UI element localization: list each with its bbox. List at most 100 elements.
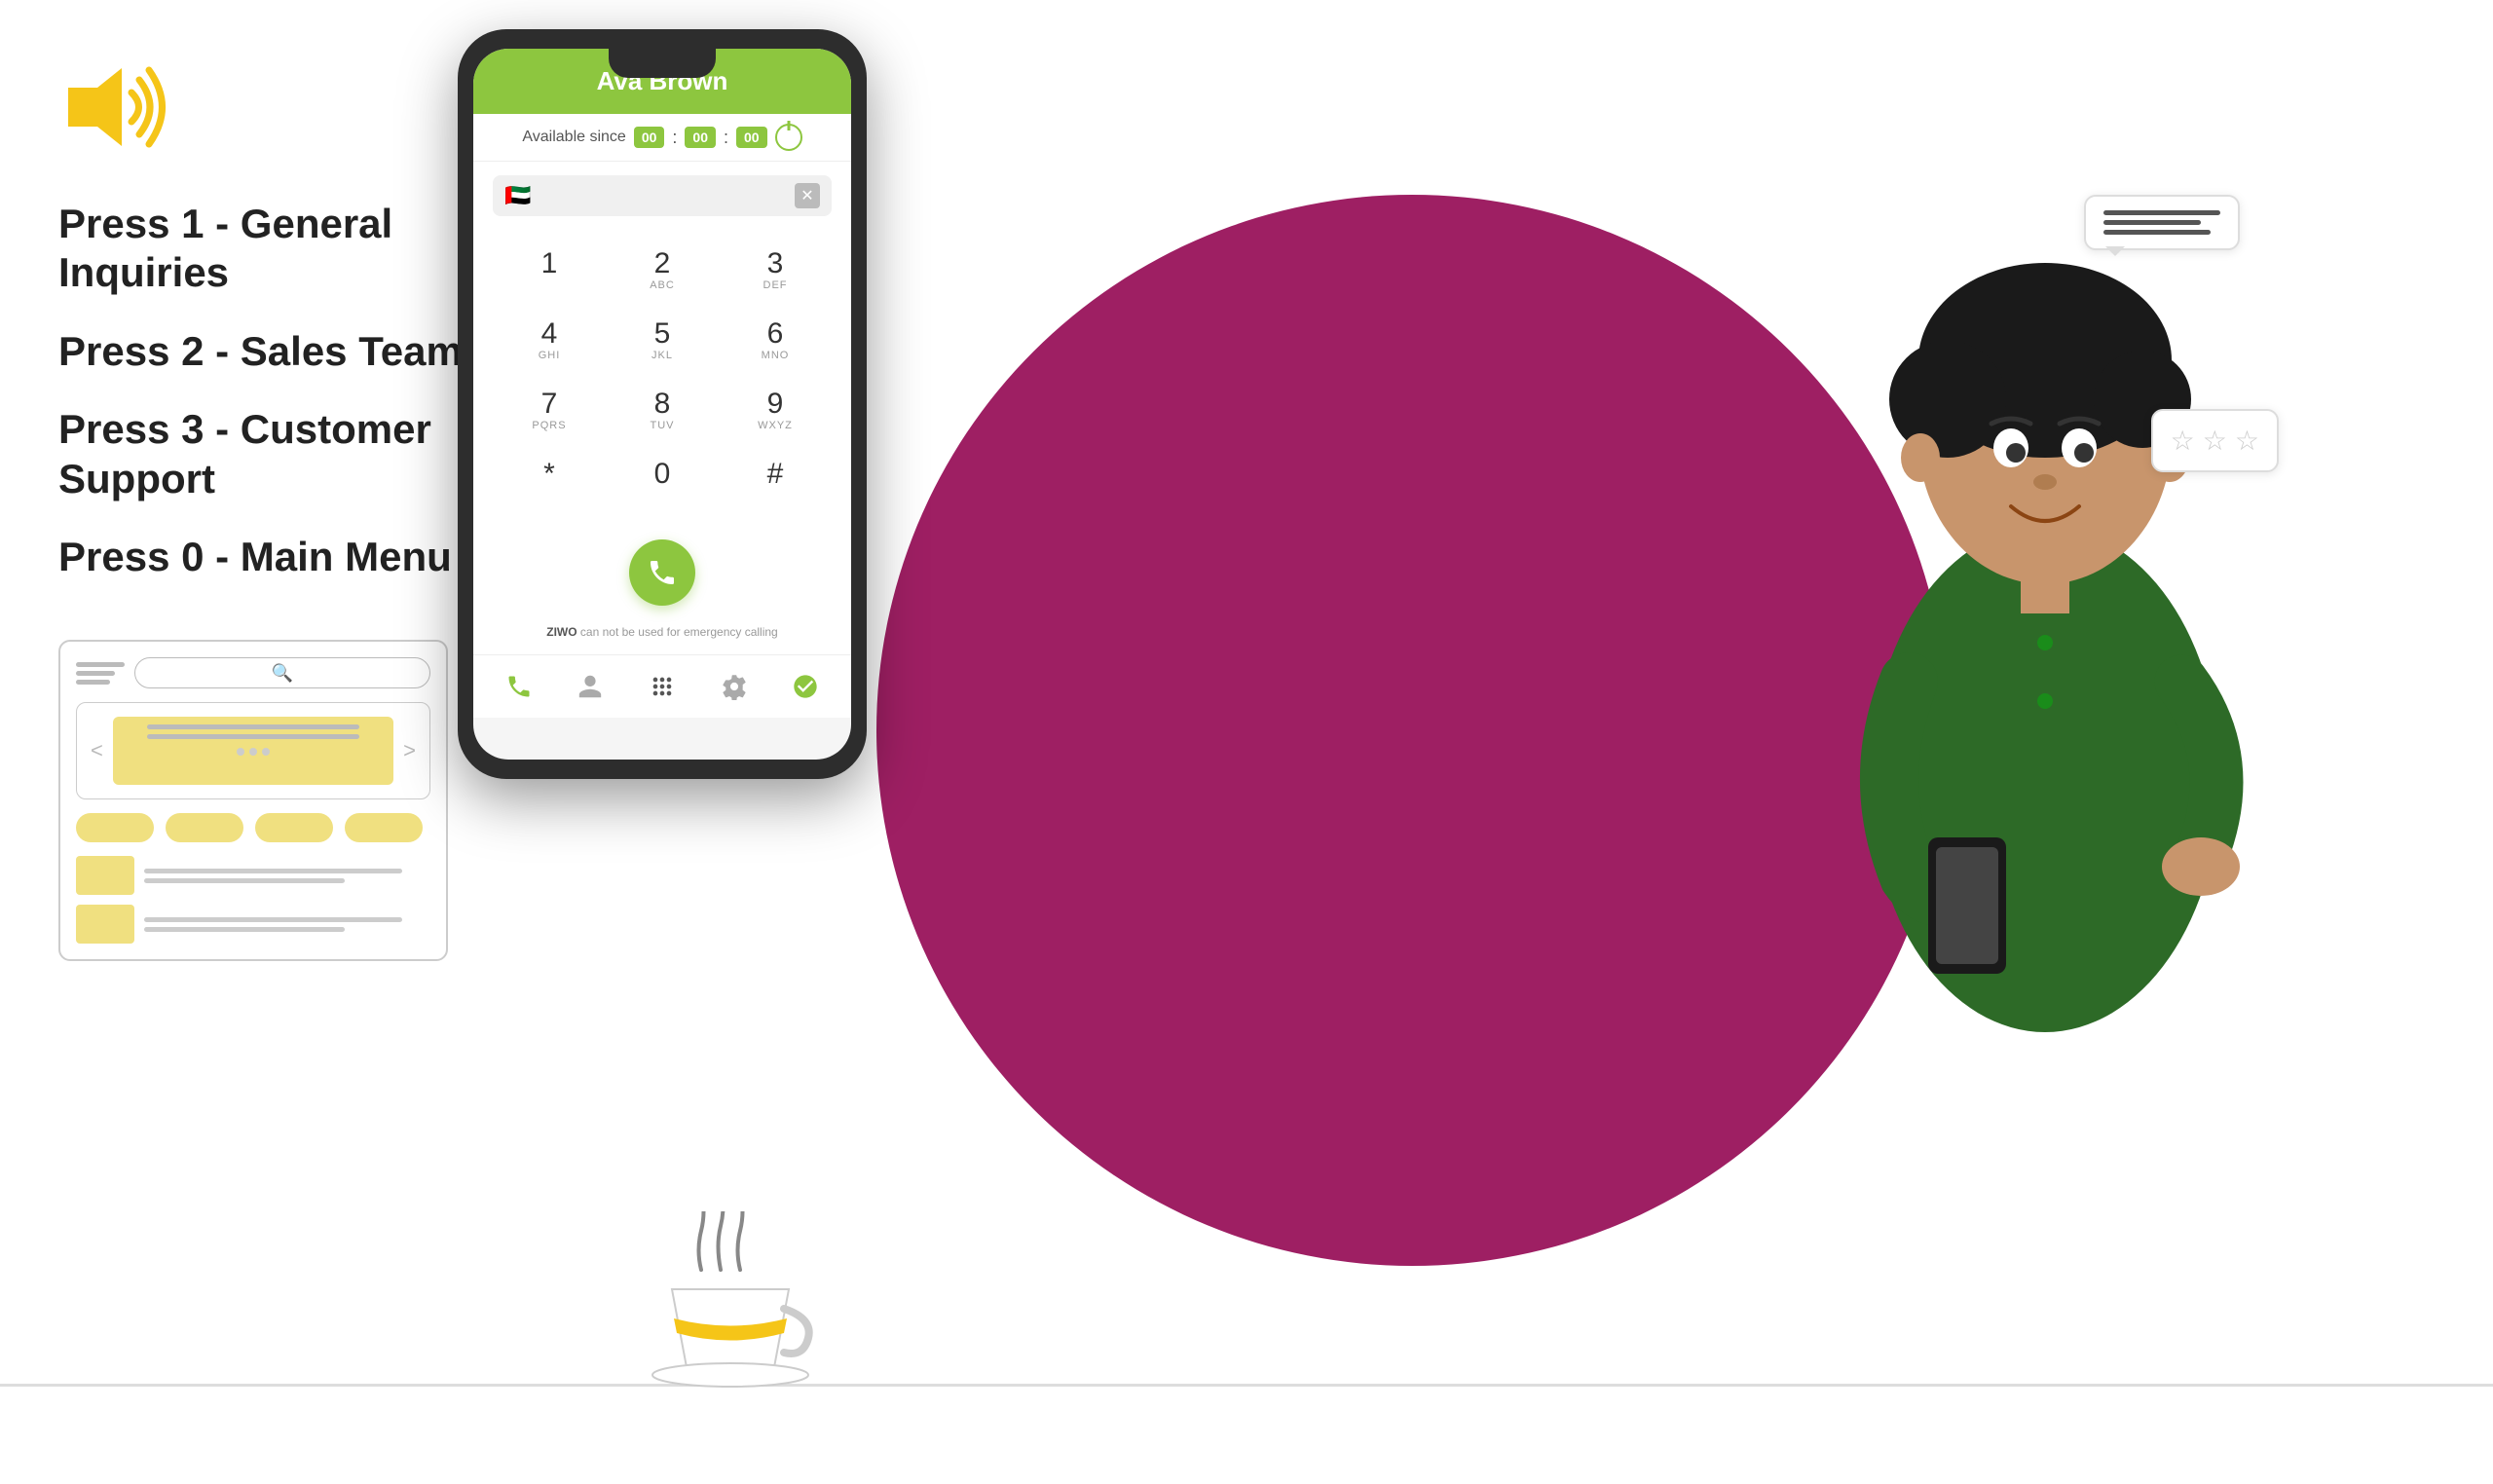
tag-4 bbox=[345, 813, 423, 842]
phone-screen: Ava Brown Available since 00 : 00 : 00 🇦… bbox=[473, 49, 851, 760]
ground-line bbox=[0, 1384, 2493, 1387]
next-arrow-icon[interactable]: > bbox=[403, 738, 416, 763]
widget-rows bbox=[76, 856, 430, 944]
widget-row-1 bbox=[76, 856, 430, 895]
row-thumb-2 bbox=[76, 905, 134, 944]
chat-line-3 bbox=[2103, 230, 2211, 235]
chat-lines bbox=[2103, 210, 2220, 235]
bottom-nav bbox=[473, 654, 851, 718]
widget-row-2 bbox=[76, 905, 430, 944]
widget-search[interactable]: 🔍 bbox=[134, 657, 430, 688]
key-0-num: 0 bbox=[654, 460, 671, 489]
timer-hours: 00 bbox=[634, 127, 665, 148]
key-3-sub: DEF bbox=[763, 278, 788, 292]
tag-3 bbox=[255, 813, 333, 842]
key-6[interactable]: 6 MNO bbox=[719, 306, 832, 376]
status-text: Available since bbox=[522, 129, 625, 146]
key-star[interactable]: * bbox=[493, 446, 606, 516]
key-8[interactable]: 8 TUV bbox=[606, 376, 719, 446]
prev-arrow-icon[interactable]: < bbox=[91, 738, 103, 763]
key-4[interactable]: 4 GHI bbox=[493, 306, 606, 376]
timer-minutes: 00 bbox=[685, 127, 716, 148]
nav-keypad-icon[interactable] bbox=[645, 669, 680, 704]
dot-3 bbox=[262, 748, 270, 756]
brand-name: ZIWO bbox=[546, 625, 577, 639]
widget-mockup: 🔍 < > bbox=[58, 640, 448, 961]
key-6-sub: MNO bbox=[762, 349, 790, 362]
row-lines-2 bbox=[144, 917, 430, 932]
colon-1: : bbox=[672, 128, 677, 148]
card-line-1 bbox=[147, 724, 359, 729]
key-5-num: 5 bbox=[654, 319, 671, 349]
key-2[interactable]: 2 ABC bbox=[606, 236, 719, 306]
widget-tags bbox=[76, 813, 430, 842]
key-5-sub: JKL bbox=[651, 349, 673, 362]
dot-2 bbox=[249, 748, 257, 756]
phone-notch bbox=[609, 49, 716, 78]
row-lines-1 bbox=[144, 869, 430, 883]
phone-mockup: Ava Brown Available since 00 : 00 : 00 🇦… bbox=[458, 29, 867, 779]
phone-call-icon bbox=[647, 557, 678, 588]
key-4-sub: GHI bbox=[539, 349, 561, 362]
key-7[interactable]: 7 PQRS bbox=[493, 376, 606, 446]
widget-nav-lines bbox=[76, 662, 125, 685]
key-1[interactable]: 1 bbox=[493, 236, 606, 306]
key-9-sub: WXYZ bbox=[758, 419, 793, 432]
key-0[interactable]: 0 bbox=[606, 446, 719, 516]
timer-seconds: 00 bbox=[736, 127, 767, 148]
star-1: ☆ bbox=[2171, 425, 2195, 457]
row-line-1b bbox=[144, 878, 345, 883]
key-2-num: 2 bbox=[654, 249, 671, 278]
nav-contacts-icon[interactable] bbox=[573, 669, 608, 704]
row-line-2a bbox=[144, 917, 402, 922]
stars-bubble: ☆ ☆ ☆ bbox=[2151, 409, 2279, 472]
widget-line-2 bbox=[76, 671, 115, 676]
star-2: ☆ bbox=[2203, 425, 2227, 457]
key-1-num: 1 bbox=[541, 249, 558, 278]
chat-line-2 bbox=[2103, 220, 2201, 225]
person-illustration bbox=[1636, 97, 2415, 1169]
key-star-num: * bbox=[543, 460, 555, 489]
phone-frame: Ava Brown Available since 00 : 00 : 00 🇦… bbox=[458, 29, 867, 779]
widget-card: < > bbox=[76, 702, 430, 799]
nav-calls-icon[interactable] bbox=[502, 669, 537, 704]
key-3[interactable]: 3 DEF bbox=[719, 236, 832, 306]
widget-line-3 bbox=[76, 680, 110, 685]
tag-2 bbox=[166, 813, 243, 842]
key-3-num: 3 bbox=[767, 249, 784, 278]
row-thumb-1 bbox=[76, 856, 134, 895]
tag-1 bbox=[76, 813, 154, 842]
key-2-sub: ABC bbox=[650, 278, 675, 292]
chat-line-1 bbox=[2103, 210, 2220, 215]
clear-button[interactable]: ✕ bbox=[795, 183, 820, 208]
key-9[interactable]: 9 WXYZ bbox=[719, 376, 832, 446]
power-icon[interactable] bbox=[775, 124, 802, 151]
row-line-2b bbox=[144, 927, 345, 932]
emergency-text: ZIWO can not be used for emergency calli… bbox=[493, 619, 832, 645]
key-9-num: 9 bbox=[767, 390, 784, 419]
status-bar: Available since 00 : 00 : 00 bbox=[473, 114, 851, 162]
widget-top-bar: 🔍 bbox=[76, 657, 430, 688]
key-8-num: 8 bbox=[654, 390, 671, 419]
key-hash[interactable]: # bbox=[719, 446, 832, 516]
uae-flag-icon: 🇦🇪 bbox=[504, 183, 531, 208]
key-6-num: 6 bbox=[767, 319, 784, 349]
dial-input-row: 🇦🇪 ✕ bbox=[493, 175, 832, 216]
chat-bubble bbox=[2084, 195, 2240, 250]
card-dots bbox=[237, 748, 270, 756]
coffee-cup bbox=[643, 1211, 818, 1406]
call-button[interactable] bbox=[629, 539, 695, 606]
key-hash-num: # bbox=[767, 460, 784, 489]
key-5[interactable]: 5 JKL bbox=[606, 306, 719, 376]
nav-status-icon[interactable] bbox=[788, 669, 823, 704]
dial-area: 🇦🇪 ✕ 1 2 ABC 3 DEF bbox=[473, 162, 851, 654]
widget-card-content bbox=[113, 717, 393, 785]
nav-settings-icon[interactable] bbox=[717, 669, 752, 704]
dot-1 bbox=[237, 748, 244, 756]
star-3: ☆ bbox=[2235, 425, 2259, 457]
keypad: 1 2 ABC 3 DEF 4 GHI bbox=[493, 236, 832, 516]
search-icon: 🔍 bbox=[272, 663, 293, 684]
widget-line-1 bbox=[76, 662, 125, 667]
key-7-sub: PQRS bbox=[532, 419, 566, 432]
key-8-sub: TUV bbox=[651, 419, 675, 432]
